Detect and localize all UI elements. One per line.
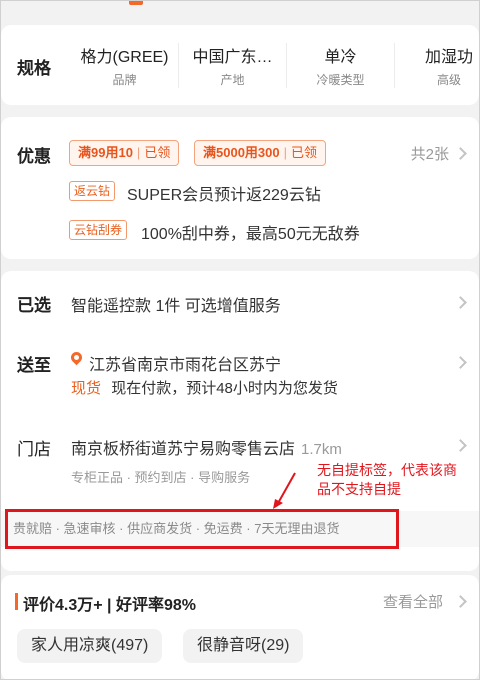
scratch-tag: 云钻刮券 <box>69 220 128 240</box>
stock-badge: 现货 <box>71 380 102 397</box>
tab-indicator <box>129 1 143 5</box>
annotation-text: 无自提标签，代表该商品不支持自提 <box>317 462 457 497</box>
spec-item-origin: 中国广东… 产地 <box>179 43 287 88</box>
ship-address: 江苏省南京市雨花台区苏宁 <box>89 357 282 374</box>
spec-key: 产地 <box>220 73 245 87</box>
spec-key: 高级 <box>436 73 461 87</box>
spec-key: 冷暖类型 <box>316 73 365 87</box>
coupon-5000-300[interactable]: 满5000用300 | 已领 <box>194 140 327 166</box>
product-detail-screen: 规格 格力(GREE) 品牌 中国广东… 产地 单冷 冷暖类型 加湿功 高级 优… <box>0 0 480 680</box>
review-tag-chip[interactable]: 很静音呀(29) <box>183 629 304 663</box>
spec-value: 中国广东… <box>192 49 273 66</box>
chevron-right-icon <box>454 439 467 452</box>
coupon-status: 已领 <box>291 145 318 160</box>
ship-eta-line: 现货 现在付款，预计48小时内为您发货 <box>71 377 338 398</box>
annotation-highlight-box <box>5 509 399 549</box>
spec-value: 加湿功 <box>424 49 473 66</box>
coupon-text: 满99用10 <box>78 145 133 160</box>
coupon-text: 满5000用300 <box>203 145 280 160</box>
spec-label: 规格 <box>17 59 51 78</box>
spec-row[interactable]: 规格 格力(GREE) 品牌 中国广东… 产地 单冷 冷暖类型 加湿功 高级 <box>1 25 479 105</box>
section-accent-bar <box>15 593 18 610</box>
location-pin-icon <box>68 349 85 366</box>
spec-list: 格力(GREE) 品牌 中国广东… 产地 单冷 冷暖类型 加湿功 高级 <box>71 43 479 88</box>
review-tag-chip[interactable]: 家人用凉爽(497) <box>17 629 163 663</box>
selected-label: 已选 <box>17 296 51 315</box>
view-all-link[interactable]: 查看全部 <box>383 591 443 612</box>
store-label: 门店 <box>17 440 51 459</box>
spec-item-brand: 格力(GREE) 品牌 <box>71 43 179 88</box>
spec-value: 单冷 <box>324 49 357 66</box>
promo-label: 优惠 <box>17 147 51 166</box>
spec-item-type: 单冷 冷暖类型 <box>287 43 395 88</box>
store-distance: 1.7km <box>301 441 342 458</box>
ship-eta: 现在付款，预计48小时内为您发货 <box>111 380 338 397</box>
scratch-text: 100%刮中券，最高50元无敌券 <box>141 226 360 243</box>
review-section: 评价4.3万+ | 好评率98% 查看全部 家人用凉爽(497) 很静音呀(29… <box>1 575 479 679</box>
promo-row[interactable]: 优惠 满99用10 | 已领 满5000用300 | 已领 共2张 返云钻 SUPER会… <box>1 117 479 259</box>
annotation-arrow-icon <box>273 472 296 509</box>
selected-text: 智能遥控款 1件 可选增值服务 <box>71 298 281 315</box>
store-services: 专柜正品 · 预约到店 · 导购服务 <box>71 470 251 485</box>
spec-key: 品牌 <box>112 73 137 87</box>
spec-value: 格力(GREE) <box>80 49 169 66</box>
ship-label: 送至 <box>17 356 51 375</box>
detail-card: 已选 智能遥控款 1件 可选增值服务 送至 江苏省南京市雨花台区苏宁 现货 现在… <box>1 271 479 571</box>
chevron-right-icon <box>454 147 467 160</box>
store-line: 南京板桥街道苏宁易购零售云店 1.7km <box>71 435 342 459</box>
cashback-tag: 返云钻 <box>69 181 116 201</box>
coupon-status: 已领 <box>144 145 171 160</box>
chevron-right-icon <box>454 356 467 369</box>
spec-item-advanced: 加湿功 高级 <box>395 43 479 88</box>
chevron-right-icon <box>454 595 467 608</box>
cashback-text: SUPER会员预计返229云钻 <box>127 187 321 204</box>
coupon-count[interactable]: 共2张 <box>411 143 449 164</box>
review-title: 评价4.3万+ | 好评率98% <box>23 597 196 614</box>
coupon-99-10[interactable]: 满99用10 | 已领 <box>69 140 180 166</box>
store-name: 南京板桥街道苏宁易购零售云店 <box>71 441 296 458</box>
chevron-right-icon <box>454 296 467 309</box>
